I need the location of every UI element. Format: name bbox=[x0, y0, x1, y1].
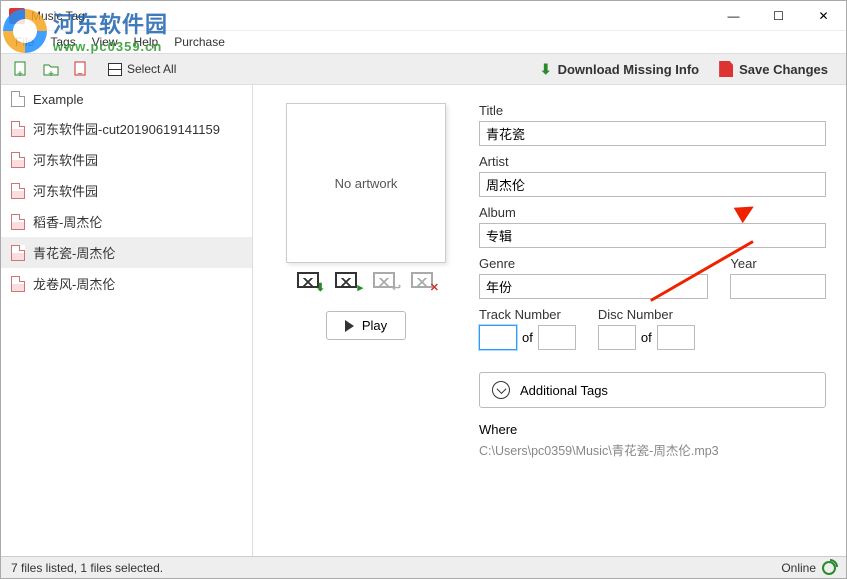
play-label: Play bbox=[362, 318, 387, 333]
disc-number-input[interactable] bbox=[598, 325, 636, 350]
genre-input[interactable] bbox=[479, 274, 708, 299]
file-icon bbox=[11, 152, 25, 168]
track-of: of bbox=[522, 330, 533, 345]
file-item[interactable]: Example bbox=[1, 85, 252, 113]
select-all-icon bbox=[107, 61, 123, 77]
artwork-box[interactable]: No artwork bbox=[286, 103, 446, 263]
file-list: Example河东软件园-cut20190619141159河东软件园河东软件园… bbox=[1, 85, 253, 556]
save-icon bbox=[719, 61, 733, 77]
remove-button[interactable]: − bbox=[69, 57, 93, 81]
file-item[interactable]: 河东软件园 bbox=[1, 175, 252, 206]
close-button[interactable]: ✕ bbox=[801, 1, 846, 31]
toolbar: + + − Select All ⬇Download Missing Info … bbox=[1, 53, 846, 85]
menu-purchase[interactable]: Purchase bbox=[166, 33, 233, 51]
file-name: 河东软件园-cut20190619141159 bbox=[33, 119, 220, 138]
svg-text:−: − bbox=[77, 69, 83, 77]
album-input[interactable] bbox=[479, 223, 826, 248]
track-total-input[interactable] bbox=[538, 325, 576, 350]
minimize-button[interactable]: — bbox=[711, 1, 756, 31]
menubar: File Tags View Help Purchase bbox=[1, 31, 846, 53]
file-name: 青花瓷-周杰伦 bbox=[33, 243, 115, 262]
file-icon bbox=[11, 121, 25, 137]
svg-text:+: + bbox=[48, 69, 54, 77]
year-label: Year bbox=[730, 256, 826, 271]
titlebar: Music Tag — ☐ ✕ bbox=[1, 1, 846, 31]
download-missing-button[interactable]: ⬇ Download Missing Info bbox=[530, 57, 709, 82]
menu-view[interactable]: View bbox=[84, 33, 126, 51]
artwork-export-button[interactable]: ↩ bbox=[372, 271, 398, 291]
artwork-delete-button[interactable]: ✕ bbox=[410, 271, 436, 291]
track-number-input[interactable] bbox=[479, 325, 517, 350]
add-file-button[interactable]: + bbox=[9, 57, 33, 81]
save-label: Save Changes bbox=[739, 62, 828, 77]
file-item[interactable]: 青花瓷-周杰伦 bbox=[1, 237, 252, 268]
title-label: Title bbox=[479, 103, 826, 118]
artwork-column: No artwork ⬇ ▸ ↩ ✕ Play bbox=[281, 103, 451, 546]
online-label: Online bbox=[781, 561, 816, 575]
album-label: Album bbox=[479, 205, 826, 220]
file-name: 河东软件园 bbox=[33, 150, 98, 169]
additional-tags-toggle[interactable]: Additional Tags bbox=[479, 372, 826, 408]
maximize-button[interactable]: ☐ bbox=[756, 1, 801, 31]
genre-label: Genre bbox=[479, 256, 708, 271]
file-name: 龙卷风-周杰伦 bbox=[33, 274, 115, 293]
file-icon bbox=[11, 245, 25, 261]
app-icon bbox=[9, 8, 25, 24]
status-text: 7 files listed, 1 files selected. bbox=[11, 561, 163, 575]
online-icon bbox=[822, 561, 836, 575]
file-item[interactable]: 河东软件园-cut20190619141159 bbox=[1, 113, 252, 144]
chevron-down-icon bbox=[492, 381, 510, 399]
where-path: C:\Users\pc0359\Music\青花瓷-周杰伦.mp3 bbox=[479, 440, 826, 459]
window-buttons: — ☐ ✕ bbox=[711, 1, 846, 31]
disc-of: of bbox=[641, 330, 652, 345]
menu-help[interactable]: Help bbox=[126, 33, 167, 51]
file-icon bbox=[11, 183, 25, 199]
content: No artwork ⬇ ▸ ↩ ✕ Play Title Artist Alb… bbox=[253, 85, 846, 556]
artwork-buttons: ⬇ ▸ ↩ ✕ bbox=[296, 271, 436, 291]
add-folder-button[interactable]: + bbox=[39, 57, 63, 81]
track-number-label: Track Number bbox=[479, 307, 576, 322]
artwork-add-button[interactable]: ▸ bbox=[334, 271, 360, 291]
main: Example河东软件园-cut20190619141159河东软件园河东软件园… bbox=[1, 85, 846, 556]
file-icon bbox=[11, 276, 25, 292]
disc-number-label: Disc Number bbox=[598, 307, 695, 322]
file-item[interactable]: 河东软件园 bbox=[1, 144, 252, 175]
year-input[interactable] bbox=[730, 274, 826, 299]
artist-label: Artist bbox=[479, 154, 826, 169]
select-all-label: Select All bbox=[127, 62, 176, 76]
file-item[interactable]: 稻香-周杰伦 bbox=[1, 206, 252, 237]
file-item[interactable]: 龙卷风-周杰伦 bbox=[1, 268, 252, 299]
disc-total-input[interactable] bbox=[657, 325, 695, 350]
statusbar: 7 files listed, 1 files selected. Online bbox=[1, 556, 846, 578]
select-all-button[interactable]: Select All bbox=[101, 57, 182, 81]
artist-input[interactable] bbox=[479, 172, 826, 197]
svg-text:+: + bbox=[17, 69, 23, 77]
download-icon: ⬇ bbox=[540, 61, 552, 78]
title-input[interactable] bbox=[479, 121, 826, 146]
tag-form: Title Artist Album Genre Year Track Numb… bbox=[451, 103, 834, 546]
download-label: Download Missing Info bbox=[558, 62, 700, 77]
file-icon bbox=[11, 91, 25, 107]
file-icon bbox=[11, 214, 25, 230]
save-changes-button[interactable]: Save Changes bbox=[709, 57, 838, 81]
file-name: Example bbox=[33, 92, 84, 107]
menu-file[interactable]: File bbox=[7, 33, 42, 51]
additional-tags-label: Additional Tags bbox=[520, 383, 608, 398]
where-label: Where bbox=[479, 422, 826, 437]
where-section: Where C:\Users\pc0359\Music\青花瓷-周杰伦.mp3 bbox=[479, 422, 826, 459]
file-name: 河东软件园 bbox=[33, 181, 98, 200]
play-button[interactable]: Play bbox=[326, 311, 406, 340]
window-title: Music Tag bbox=[31, 9, 711, 23]
play-icon bbox=[345, 320, 354, 332]
menu-tags[interactable]: Tags bbox=[42, 33, 83, 51]
artwork-download-button[interactable]: ⬇ bbox=[296, 271, 322, 291]
file-name: 稻香-周杰伦 bbox=[33, 212, 102, 231]
